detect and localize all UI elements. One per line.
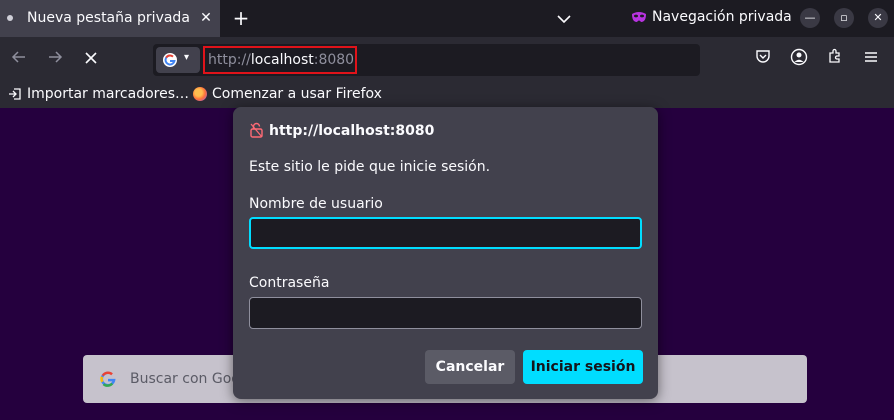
bookmark-label: Comenzar a usar Firefox (212, 86, 382, 102)
arrow-left-icon (11, 51, 25, 63)
username-field[interactable] (249, 217, 642, 249)
private-browsing-label: Navegación privada (652, 9, 792, 25)
search-engine-button[interactable]: ▾ (156, 47, 200, 73)
auth-dialog: http://localhost:8080 Este sitio le pide… (233, 107, 658, 399)
puzzle-icon (829, 48, 840, 63)
close-icon (85, 52, 97, 64)
bookmark-label: Importar marcadores… (27, 86, 189, 102)
bookmark-import[interactable]: Importar marcadores… (8, 86, 189, 102)
password-field[interactable] (249, 297, 642, 329)
url-text[interactable]: http://localhost:8080 (208, 52, 354, 68)
new-tab-button[interactable]: + (229, 6, 253, 30)
extensions-button[interactable] (824, 48, 846, 70)
back-button[interactable] (6, 47, 32, 73)
tab-title: Nueva pestaña privada (27, 10, 190, 26)
cancel-button[interactable]: Cancelar (425, 350, 515, 384)
sign-in-button[interactable]: Iniciar sesión (523, 350, 643, 384)
loading-dot-icon (7, 15, 13, 21)
import-icon (9, 88, 21, 100)
forward-button[interactable] (42, 47, 68, 73)
close-window-button[interactable]: ✕ (868, 8, 888, 28)
account-icon (790, 48, 808, 66)
private-mask-icon (632, 12, 646, 22)
google-icon (100, 371, 116, 387)
stop-button[interactable] (78, 47, 104, 73)
password-label: Contraseña (249, 275, 330, 291)
menu-button[interactable] (860, 48, 882, 70)
broken-lock-icon (250, 122, 263, 138)
firefox-icon (193, 87, 207, 101)
username-label: Nombre de usuario (249, 196, 383, 212)
restore-button[interactable]: ▫ (834, 8, 854, 28)
pocket-icon (756, 50, 770, 63)
bookmarks-toolbar: Importar marcadores… Comenzar a usar Fir… (0, 82, 894, 108)
dialog-message: Este sitio le pide que inicie sesión. (249, 159, 491, 175)
dialog-origin: http://localhost:8080 (269, 123, 435, 139)
chevron-down-icon: ▾ (184, 52, 190, 63)
tab-close-icon[interactable]: ✕ (196, 8, 216, 28)
pocket-button[interactable] (752, 48, 774, 70)
chevron-down-icon[interactable] (553, 8, 575, 30)
bookmark-getting-started[interactable]: Comenzar a usar Firefox (193, 86, 382, 102)
nav-bar: ▾ http://localhost:8080 (0, 37, 894, 82)
minimize-button[interactable]: — (800, 8, 820, 28)
url-host: localhost (250, 52, 314, 68)
tab-private[interactable]: Nueva pestaña privada ✕ (0, 0, 220, 37)
search-placeholder: Buscar con Goo (130, 371, 240, 387)
url-port: :8080 (313, 52, 355, 68)
account-button[interactable] (788, 48, 810, 70)
tab-bar: Nueva pestaña privada ✕ + Navegación pri… (0, 0, 894, 37)
hamburger-icon (865, 52, 877, 62)
url-bar[interactable]: ▾ http://localhost:8080 (153, 44, 700, 76)
url-scheme: http:// (208, 52, 251, 68)
google-icon (163, 53, 177, 67)
arrow-right-icon (49, 51, 63, 63)
